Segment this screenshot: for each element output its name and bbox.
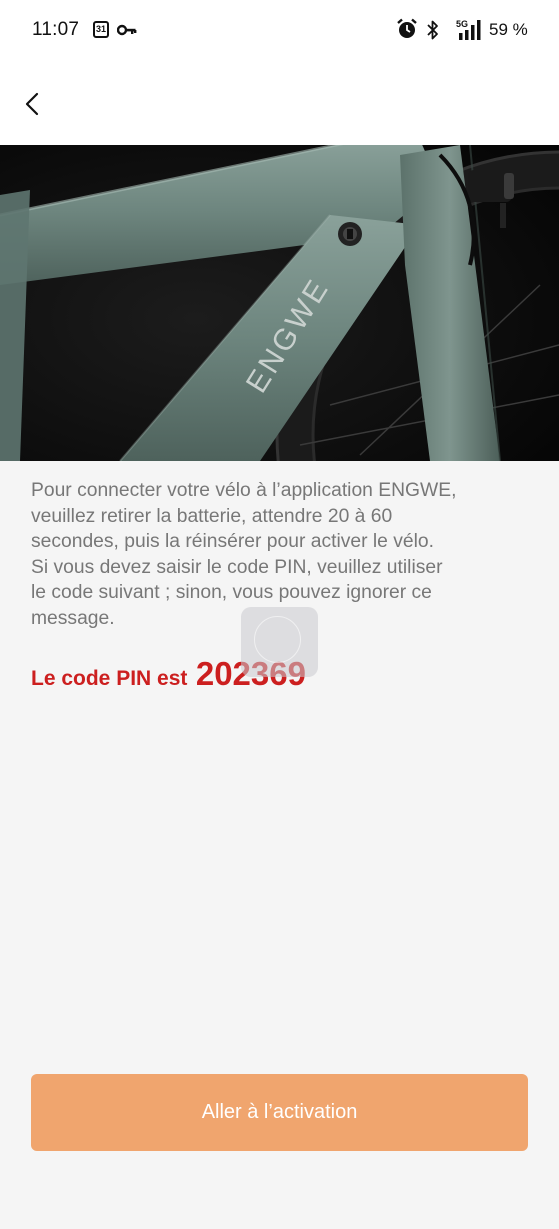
battery-level: 59 % [489,20,528,39]
key-icon [117,24,137,36]
alarm-icon [397,18,417,38]
calendar-icon: 31 [93,21,109,38]
instructions-line: secondes, puis la réinsérer pour activer… [31,531,434,552]
bike-illustration: ENGWE [0,145,559,461]
assistive-ring-icon [254,616,301,663]
chevron-left-icon [25,92,39,116]
instructions-line: message. [31,607,115,629]
instructions-line: Pour connecter votre vélo à l’applicatio… [31,480,457,501]
go-to-activation-button[interactable]: Aller à l’activation [31,1074,528,1151]
instructions-line: le code suivant ; sinon, vous pouvez ign… [31,582,432,603]
bike-banner-image: ENGWE [0,145,559,461]
signal-5g-icon: 5G [456,19,481,40]
bluetooth-icon [427,20,438,40]
pin-label: Le code PIN est [31,667,188,690]
instructions-line: Si vous devez saisir le code PIN, veuill… [31,556,443,578]
network-type-label: 5G [456,19,468,29]
top-area: 11:07 31 5G 59 % [0,0,559,145]
status-bar: 11:07 31 5G 59 % [0,0,559,60]
instructions-line: veuillez retirer la batterie, attendre 2… [31,505,393,527]
floating-assistive-button[interactable] [241,607,318,677]
back-button[interactable] [16,84,52,124]
status-time: 11:07 [32,19,80,40]
